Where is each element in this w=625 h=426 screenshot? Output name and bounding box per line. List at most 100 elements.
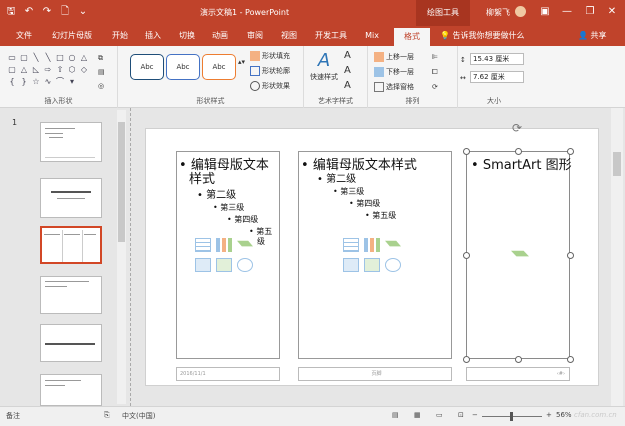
edit-shape-icon[interactable]: ⧉ — [98, 52, 103, 64]
tab-animations[interactable]: 动画 — [208, 26, 232, 46]
arrow-up-icon[interactable]: ⇧ — [54, 64, 66, 76]
smartart-icon[interactable] — [237, 240, 253, 247]
line-icon[interactable]: ╲ — [30, 52, 42, 64]
triangle-icon[interactable]: △ — [78, 52, 90, 64]
octagon-icon[interactable]: ◇ — [78, 64, 90, 76]
new-file-icon[interactable]: 🗋 — [58, 5, 72, 19]
resize-handle-w[interactable] — [463, 252, 470, 259]
merge-shapes-icon[interactable]: ◎ — [98, 80, 104, 92]
shapes-more-icon[interactable]: ▾ — [66, 76, 78, 88]
resize-handle-se[interactable] — [567, 356, 574, 363]
rotate-handle-icon[interactable]: ⟳ — [512, 121, 522, 135]
tab-format[interactable]: 格式 — [394, 28, 430, 46]
reading-view-icon[interactable]: ▭ — [436, 411, 443, 419]
styles-scroll-icon[interactable]: ▴▾ — [238, 56, 245, 68]
online-picture-icon[interactable] — [364, 258, 380, 272]
brace-icon[interactable]: { — [6, 76, 18, 88]
send-backward-button[interactable]: 下移一层 — [374, 66, 414, 78]
content-placeholder-middle[interactable]: • 编辑母版文本样式 • 第二级 • 第三级 • 第四级 • 第五级 — [298, 151, 452, 359]
arrow-icon[interactable]: ⇨ — [42, 64, 54, 76]
picture-icon[interactable] — [343, 258, 359, 272]
group-objects-icon[interactable]: ⧠ — [432, 66, 438, 78]
rounded-rect-icon[interactable]: ▢ — [6, 64, 18, 76]
tab-home[interactable]: 开始 — [108, 26, 132, 46]
hexagon-icon[interactable]: ⬡ — [66, 64, 78, 76]
zoom-level[interactable]: 56% — [556, 411, 572, 419]
video-icon[interactable] — [237, 258, 253, 272]
online-picture-icon[interactable] — [216, 258, 232, 272]
oval-icon[interactable]: ○ — [66, 52, 78, 64]
quick-styles-button[interactable]: A 快速样式 — [308, 50, 340, 82]
brace-icon-2[interactable]: } — [18, 76, 30, 88]
shape-outline-button[interactable]: 形状轮廓 — [250, 65, 290, 77]
customize-qat-icon[interactable]: ⌄ — [76, 5, 90, 19]
user-name[interactable]: 柳絮飞 — [486, 7, 510, 18]
freeform-icon[interactable]: ⌒ — [54, 76, 66, 88]
text-box-icon[interactable]: ▭ — [6, 52, 18, 64]
thumbnail-scroll-thumb[interactable] — [118, 122, 125, 242]
shape-style-3[interactable]: Abc — [202, 54, 236, 80]
avatar[interactable] — [515, 6, 526, 17]
picture-icon[interactable] — [195, 258, 211, 272]
shape-effects-button[interactable]: 形状效果 — [250, 80, 290, 92]
slideshow-icon[interactable]: ⊡ — [458, 411, 464, 419]
slide-canvas[interactable]: • 编辑母版文本 样式 • 第二级 • 第三级 • 第四级 • 第五 级 • 编… — [145, 121, 599, 386]
spellcheck-icon[interactable]: ⎘ — [104, 411, 110, 420]
thumbnail-layout-selected[interactable] — [40, 226, 102, 264]
zoom-out-icon[interactable]: − — [472, 411, 478, 419]
smartart-placeholder[interactable]: • SmartArt 图形 — [466, 151, 572, 359]
thumbnail-layout-5[interactable] — [40, 374, 102, 406]
tab-slide-master[interactable]: 幻灯片母版 — [48, 26, 96, 46]
rotate-icon[interactable]: ⟳ — [432, 81, 438, 93]
editor-scroll-thumb[interactable] — [613, 152, 621, 176]
video-icon[interactable] — [385, 258, 401, 272]
table-icon[interactable] — [343, 238, 359, 252]
language-indicator[interactable]: 中文(中国) — [122, 411, 155, 421]
width-input[interactable]: 7.62 厘米 — [470, 71, 524, 83]
rectangle-icon[interactable]: ▢ — [18, 52, 30, 64]
tab-transitions[interactable]: 切换 — [175, 26, 199, 46]
save-icon[interactable]: 🖫 — [4, 5, 18, 19]
minimize-button[interactable]: — — [557, 4, 577, 20]
shape-fill-button[interactable]: 形状填充 — [250, 50, 290, 62]
zoom-in-icon[interactable]: + — [546, 411, 552, 419]
redo-icon[interactable]: ↷ — [40, 5, 54, 19]
rectangle-icon-2[interactable]: □ — [54, 52, 66, 64]
shapes-gallery[interactable]: ▭ ▢ ╲ ╲ □ ○ △ ▢ △ ◺ ⇨ ⇧ ⬡ ◇ { } ☆ ∿ ⌒ ▾ — [6, 52, 96, 88]
notes-button[interactable]: 备注 — [6, 411, 20, 421]
tab-developer[interactable]: 开发工具 — [311, 26, 351, 46]
smartart-icon[interactable] — [511, 250, 529, 257]
undo-icon[interactable]: ↶ — [22, 5, 36, 19]
star-icon[interactable]: ☆ — [30, 76, 42, 88]
table-icon[interactable] — [195, 238, 211, 252]
text-outline-icon[interactable]: A — [344, 65, 351, 77]
thumbnail-layout-1[interactable] — [40, 178, 102, 218]
zoom-slider-thumb[interactable] — [510, 412, 513, 421]
tab-mix[interactable]: Mix — [362, 26, 382, 46]
footer-placeholder[interactable]: 页脚 — [298, 367, 452, 381]
date-placeholder[interactable]: 2016/11/1 — [176, 367, 280, 381]
resize-handle-sw[interactable] — [463, 356, 470, 363]
chart-icon[interactable] — [364, 238, 380, 252]
ribbon-display-icon[interactable]: ▣ — [535, 4, 555, 20]
thumbnail-master[interactable] — [40, 122, 102, 162]
slide-number-placeholder[interactable]: ‹#› — [466, 367, 570, 381]
smartart-icon[interactable] — [385, 240, 401, 247]
shape-style-2[interactable]: Abc — [166, 54, 200, 80]
resize-handle-nw[interactable] — [463, 148, 470, 155]
tab-insert[interactable]: 插入 — [141, 26, 165, 46]
shape-style-1[interactable]: Abc — [130, 54, 164, 80]
curve-icon[interactable]: ∿ — [42, 76, 54, 88]
text-fill-icon[interactable]: A — [344, 50, 351, 62]
restore-button[interactable]: ❐ — [580, 4, 600, 20]
tell-me-search[interactable]: 💡 告诉我你想要做什么 — [440, 26, 525, 46]
content-placeholder-left[interactable]: • 编辑母版文本 样式 • 第二级 • 第三级 • 第四级 • 第五 级 — [176, 151, 280, 359]
line-icon-2[interactable]: ╲ — [42, 52, 54, 64]
thumbnail-scrollbar[interactable] — [117, 110, 126, 404]
resize-handle-e[interactable] — [567, 252, 574, 259]
editor-scrollbar[interactable] — [611, 108, 623, 406]
thumbnail-layout-4[interactable] — [40, 324, 102, 362]
tab-review[interactable]: 审阅 — [243, 26, 267, 46]
tab-file[interactable]: 文件 — [14, 26, 34, 46]
chart-icon[interactable] — [216, 238, 232, 252]
